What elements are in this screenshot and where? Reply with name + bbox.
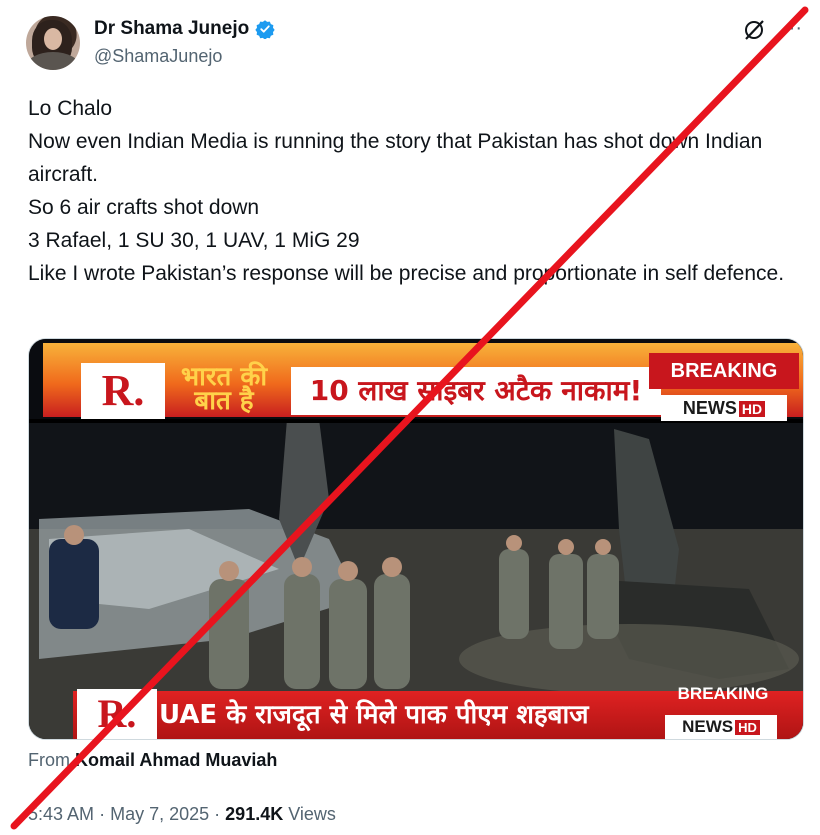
news-headline-top: 10 लाख साइबर अटैक नाकाम! — [291, 367, 661, 415]
tweet-time[interactable]: 5:43 AM — [28, 804, 94, 824]
views-label: Views — [288, 804, 336, 824]
author-name-row: Dr Shama Junejo — [94, 18, 275, 40]
grok-icon[interactable] — [742, 18, 766, 42]
tweet-line: So 6 air crafts shot down — [28, 196, 260, 219]
tweet-header: Dr Shama Junejo @ShamaJunejo ··· — [26, 14, 806, 74]
tweet-line: Like I wrote Pakistan’s response will be… — [28, 262, 785, 285]
author-display-name[interactable]: Dr Shama Junejo — [94, 18, 249, 40]
tweet-meta: 5:43 AM · May 7, 2025 · 291.4K Views — [28, 804, 336, 825]
author-handle[interactable]: @ShamaJunejo — [94, 46, 222, 67]
tweet-line: Lo Chalo — [28, 97, 113, 120]
channel-logo: R. — [81, 363, 165, 419]
tweet-media-image[interactable]: R. भारत की बात है 10 लाख साइबर अटैक नाका… — [28, 338, 804, 740]
hd-label: HD — [738, 401, 766, 417]
media-source: From Komail Ahmad Muaviah — [28, 750, 277, 771]
views-count: 291.4K — [225, 804, 284, 824]
news-label: NEWS — [682, 717, 734, 736]
verified-badge-icon — [255, 20, 275, 39]
tweet-line: Now even Indian Media is running the sto… — [28, 130, 763, 186]
channel-brand-hindi: भारत की बात है — [180, 362, 268, 416]
author-avatar[interactable] — [26, 16, 80, 70]
news-hd-label-bottom: NEWS HD — [665, 715, 777, 739]
news-headline-bottom: UAE के राजदूत से मिले पाक पीएम शहबाज — [159, 700, 589, 730]
meta-separator: · — [214, 804, 221, 824]
more-options-icon[interactable]: ··· — [780, 18, 804, 42]
hd-label: HD — [735, 720, 760, 735]
tweet-date[interactable]: May 7, 2025 — [110, 804, 209, 824]
breaking-label-bottom: BREAKING — [677, 684, 769, 703]
source-name[interactable]: Komail Ahmad Muaviah — [75, 750, 277, 770]
channel-logo-bottom: R. — [77, 689, 157, 739]
meta-separator: · — [99, 804, 106, 824]
tweet-text: Lo Chalo Now even Indian Media is runnin… — [28, 92, 808, 290]
news-hd-label-top: NEWS HD — [661, 395, 787, 421]
tweet-line: 3 Rafael, 1 SU 30, 1 UAV, 1 MiG 29 — [28, 229, 360, 252]
breaking-label-top: BREAKING — [649, 353, 799, 389]
source-prefix: From — [28, 750, 70, 770]
news-label: NEWS — [682, 398, 737, 418]
